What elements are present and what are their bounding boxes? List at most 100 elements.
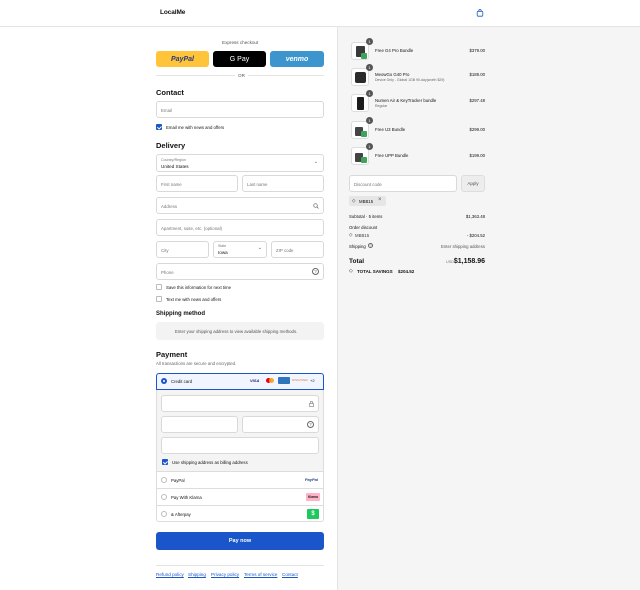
top-bar: LocalMe xyxy=(0,0,640,27)
radio[interactable] xyxy=(161,511,167,517)
afterpay-logo: $ xyxy=(307,509,319,519)
klarna-option[interactable]: Pay With Klarna Klarna xyxy=(156,488,324,505)
email-field[interactable]: Email xyxy=(156,101,324,118)
item-price: $297.48 xyxy=(469,98,485,103)
item-variant: Regular xyxy=(375,104,388,108)
radio[interactable] xyxy=(161,494,167,500)
discount-code-field[interactable]: Discount code xyxy=(349,175,457,192)
or-divider-label: OR xyxy=(235,73,248,78)
paypal-logo: PayPal xyxy=(304,477,318,482)
item-price: $189.00 xyxy=(469,72,485,77)
afterpay-option[interactable]: & Afterpay $ xyxy=(156,505,324,522)
chevron-down-icon: ⌄ xyxy=(257,245,262,251)
save-info-checkbox[interactable] xyxy=(156,284,162,290)
phone-field[interactable]: Phone ? xyxy=(156,263,324,280)
shipping-placeholder-box: Enter your shipping address to view avai… xyxy=(156,322,324,340)
credit-card-option[interactable]: Credit card VISA DISCOVER +2 xyxy=(156,373,324,390)
email-news-label: Email me with news and offers xyxy=(166,125,225,130)
billing-same-checkbox[interactable] xyxy=(162,459,168,465)
quantity-badge: 1 xyxy=(366,143,373,150)
search-icon xyxy=(313,203,319,209)
item-name: Free UPP Bundle xyxy=(375,153,409,158)
card-number-field[interactable] xyxy=(161,395,319,412)
product-image xyxy=(351,94,369,112)
text-news-label: Text me with news and offers xyxy=(166,297,222,302)
total-savings-label: TOTAL SAVINGS xyxy=(357,269,393,274)
quantity-badge: 1 xyxy=(366,90,373,97)
shipping-method-heading: Shipping method xyxy=(156,311,205,317)
terms-link[interactable]: Terms of service xyxy=(244,572,277,577)
privacy-policy-link[interactable]: Privacy policy xyxy=(211,572,239,577)
paypal-option[interactable]: PayPal PayPal xyxy=(156,471,324,488)
visa-icon: VISA xyxy=(250,378,260,383)
discover-icon: DISCOVER xyxy=(292,378,308,382)
zip-field[interactable]: ZIP code xyxy=(271,241,324,258)
card-form-area: ? Use shipping address as billing addres… xyxy=(157,390,323,471)
help-icon[interactable]: ? xyxy=(368,243,373,248)
text-news-checkbox[interactable] xyxy=(156,296,162,302)
product-image xyxy=(351,42,369,60)
store-logo[interactable]: LocalMe xyxy=(160,9,185,16)
shipping-label: Shipping xyxy=(349,244,366,249)
venmo-button[interactable]: venmo xyxy=(270,51,324,67)
apply-button[interactable]: Apply xyxy=(461,175,485,192)
item-name: Free U3 Bundle xyxy=(375,127,406,132)
subtotal-label: Subtotal · 5 items xyxy=(349,214,383,219)
quantity-badge: 1 xyxy=(366,38,373,45)
footer-divider xyxy=(156,565,324,566)
product-image xyxy=(351,68,369,86)
country-select[interactable]: Country/Region United States ⌄ xyxy=(156,154,324,172)
chevron-down-icon: ⌄ xyxy=(313,159,318,165)
express-checkout-label: Express checkout xyxy=(222,40,259,45)
tag-icon: ◇ xyxy=(349,232,353,237)
security-code-field[interactable]: ? xyxy=(242,416,319,433)
shopping-bag-icon[interactable] xyxy=(476,9,484,17)
address-field[interactable]: Address xyxy=(156,197,324,214)
discount-tag: ◇ MBB15 × xyxy=(349,196,386,206)
product-image xyxy=(351,121,369,139)
shipping-value: Enter shipping address xyxy=(441,244,485,249)
apartment-field[interactable]: Apartment, suite, etc. (optional) xyxy=(156,219,324,236)
expiry-field[interactable] xyxy=(161,416,238,433)
google-pay-button[interactable]: G Pay xyxy=(213,51,266,67)
delivery-heading: Delivery xyxy=(156,141,186,150)
quantity-badge: 1 xyxy=(366,64,373,71)
quantity-badge: 1 xyxy=(366,117,373,124)
amex-icon xyxy=(278,377,290,384)
item-name: Free G4 Pro Bundle xyxy=(375,48,414,53)
help-icon[interactable]: ? xyxy=(312,268,319,275)
refund-policy-link[interactable]: Refund policy xyxy=(156,572,184,577)
pay-now-button[interactable]: Pay now xyxy=(156,532,324,550)
lock-icon xyxy=(309,401,314,407)
item-price: $199.00 xyxy=(469,153,485,158)
name-on-card-field[interactable] xyxy=(161,437,319,454)
payment-subtitle: All transactions are secure and encrypte… xyxy=(156,361,237,366)
first-name-field[interactable]: First name xyxy=(156,175,238,192)
discount-value: - $204.52 xyxy=(466,233,485,238)
item-variant: Device Only - Global 1GB 90-day(worth $2… xyxy=(375,78,445,82)
klarna-logo: Klarna xyxy=(306,493,320,501)
save-info-label: Save this information for next time xyxy=(166,285,231,290)
radio[interactable] xyxy=(161,477,167,483)
discount-code-label: MBB15 xyxy=(355,233,370,238)
state-select[interactable]: State Iowa ⌄ xyxy=(213,241,267,258)
billing-same-label: Use shipping address as billing address xyxy=(172,460,248,465)
paypal-express-button[interactable]: PayPal xyxy=(156,51,209,67)
city-field[interactable]: City xyxy=(156,241,209,258)
close-icon[interactable]: × xyxy=(378,197,382,203)
product-image xyxy=(351,147,369,165)
tag-icon: ◇ xyxy=(352,198,356,203)
item-name: Numen Air & KeyTracker bundle xyxy=(375,98,437,103)
contact-heading: Contact xyxy=(156,88,184,97)
tag-icon: ◇ xyxy=(349,268,353,274)
item-price: $299.00 xyxy=(469,127,485,132)
last-name-field[interactable]: Last name xyxy=(242,175,324,192)
order-summary-pane xyxy=(337,27,640,590)
help-icon[interactable]: ? xyxy=(307,421,314,428)
shipping-link[interactable]: Shipping xyxy=(188,572,206,577)
email-news-checkbox[interactable] xyxy=(156,124,162,130)
order-discount-label: Order discount xyxy=(349,225,378,230)
item-price: $379.00 xyxy=(469,48,485,53)
payment-heading: Payment xyxy=(156,350,188,359)
contact-link[interactable]: Contact xyxy=(282,572,298,577)
